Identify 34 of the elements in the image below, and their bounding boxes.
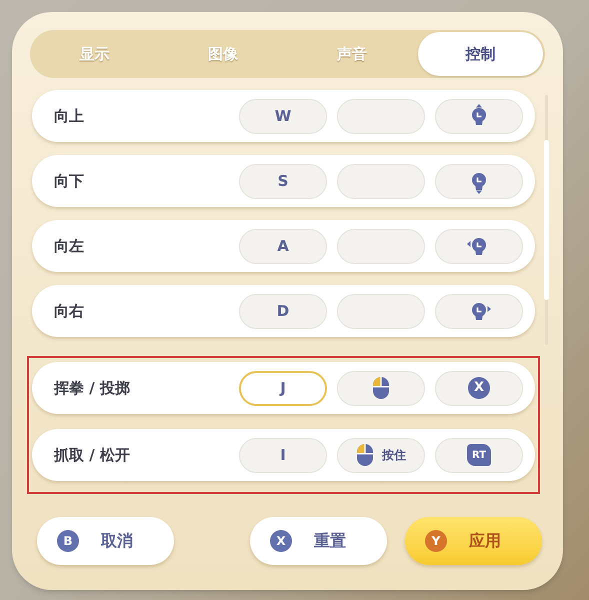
key-binding[interactable]: X	[435, 370, 523, 406]
trigger-icon: RT	[467, 444, 491, 466]
scrollbar-thumb[interactable]	[544, 140, 549, 300]
key-binding[interactable]	[337, 370, 425, 406]
key-binding[interactable]: J	[239, 370, 327, 406]
key-binding[interactable]: S	[239, 164, 327, 198]
mouse-icon	[356, 443, 374, 467]
key-binding[interactable]: 按住	[337, 438, 425, 472]
footer-button[interactable]: B 取消	[37, 517, 174, 565]
key-binding[interactable]: D	[239, 294, 327, 328]
button-badge-icon: Y	[425, 530, 447, 552]
tab[interactable]: 控制	[418, 32, 543, 76]
action-label: 向左	[54, 236, 85, 257]
key-binding[interactable]	[435, 164, 523, 198]
mouse-icon	[372, 376, 390, 400]
key-binding[interactable]: A	[239, 228, 327, 264]
key-binding[interactable]: W	[239, 98, 327, 134]
apply-button[interactable]: Y 应用	[405, 517, 542, 565]
action-label: 向上	[54, 106, 85, 127]
action-label: 挥拳 / 投掷	[54, 378, 131, 399]
scrollbar[interactable]	[545, 95, 548, 345]
action-label: 抓取 / 松开	[54, 444, 131, 466]
button-badge-icon: B	[57, 530, 79, 552]
footer-button[interactable]: X 重置	[250, 517, 387, 565]
key-binding[interactable]: RT	[435, 438, 523, 472]
key-binding[interactable]	[435, 228, 523, 264]
action-label: 向右	[54, 300, 85, 322]
key-binding[interactable]: I	[239, 438, 327, 472]
action-label: 向下	[54, 170, 85, 192]
hold-label: 按住	[382, 447, 406, 464]
button-badge-icon: X	[270, 530, 292, 552]
key-binding[interactable]	[435, 294, 523, 328]
key-binding[interactable]	[435, 98, 523, 134]
gamepad-button-icon: X	[468, 377, 490, 399]
